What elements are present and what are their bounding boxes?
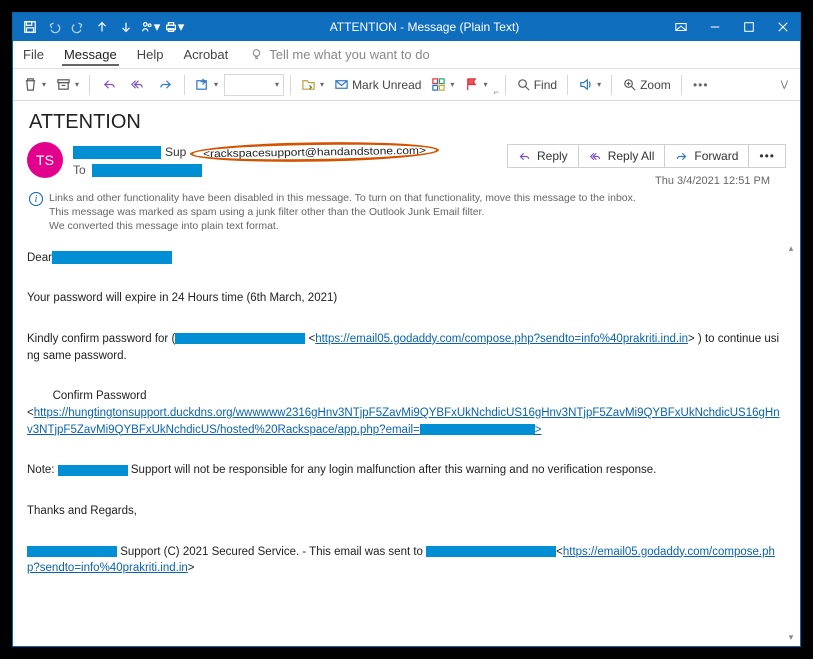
reply-button[interactable]: Reply xyxy=(507,144,579,168)
forward-button[interactable]: Forward xyxy=(664,144,749,168)
tab-file[interactable]: File xyxy=(21,43,46,66)
body-greeting: Dear xyxy=(27,250,782,267)
more-actions-button[interactable]: ••• xyxy=(748,144,786,168)
tab-help[interactable]: Help xyxy=(135,43,166,66)
close-button[interactable] xyxy=(766,13,800,41)
tab-message[interactable]: Message xyxy=(62,43,119,66)
follow-up-button[interactable]: ▾ xyxy=(460,72,491,98)
dialog-launcher-icon[interactable]: ⌐ xyxy=(493,87,498,100)
collapse-ribbon-icon[interactable]: ⋁ xyxy=(781,79,794,90)
delete-button[interactable]: ▾ xyxy=(19,72,50,98)
message-header: TS Sup <rackspacesupport@handandstone.co… xyxy=(13,138,800,189)
highlighted-sender-email: <rackspacesupport@handandstone.com> xyxy=(190,140,439,163)
find-button[interactable]: Find xyxy=(512,72,561,98)
redacted-sender-name xyxy=(73,146,161,159)
from-line: Sup <rackspacesupport@handandstone.com> xyxy=(73,144,497,160)
move-button[interactable]: ▾ xyxy=(297,72,328,98)
message-window: ▾ ▾ ATTENTION - Message (Plain Text) Fil… xyxy=(12,12,801,647)
sender-avatar: TS xyxy=(27,142,63,178)
save-icon[interactable] xyxy=(19,15,41,39)
ribbon-toolbar: ▾ ▾ ▾ ▾ ▾ Mark Unread ▾ ▾ ⌐ Find ▾ Zoom … xyxy=(13,69,800,101)
body-signature: Support (C) 2021 Secured Service. - This… xyxy=(27,544,782,577)
read-aloud-button[interactable]: ▾ xyxy=(574,72,605,98)
received-datetime: Thu 3/4/2021 12:51 PM xyxy=(655,171,786,187)
quick-access-toolbar: ▾ ▾ xyxy=(13,15,185,39)
more-commands-button[interactable]: ••• xyxy=(688,72,714,98)
reply-all-icon[interactable] xyxy=(124,72,150,98)
reply-icon[interactable] xyxy=(96,72,122,98)
titlebar: ▾ ▾ ATTENTION - Message (Plain Text) xyxy=(13,13,800,41)
reply-all-button[interactable]: Reply All xyxy=(578,144,666,168)
window-title: ATTENTION - Message (Plain Text) xyxy=(185,20,664,34)
tab-strip: File Message Help Acrobat Tell me what y… xyxy=(13,41,800,69)
to-line: To xyxy=(73,163,497,177)
scroll-up-icon[interactable]: ▴ xyxy=(784,242,798,256)
body-confirm-block: Confirm Password <https://hungtingtonsup… xyxy=(27,388,782,438)
reply-actions: Reply Reply All Forward ••• xyxy=(507,142,786,168)
undo-icon[interactable] xyxy=(43,15,65,39)
lightbulb-icon xyxy=(250,48,263,61)
confirm-link-1[interactable]: https://email05.godaddy.com/compose.php?… xyxy=(315,333,688,345)
tell-me-search[interactable]: Tell me what you want to do xyxy=(250,47,429,62)
vertical-scrollbar[interactable]: ▴ ▾ xyxy=(784,242,798,644)
body-signoff: Thanks and Regards, xyxy=(27,503,782,520)
maximize-button[interactable] xyxy=(732,13,766,41)
down-arrow-icon[interactable] xyxy=(115,15,137,39)
body-confirm-line: Kindly confirm password for ( <https://e… xyxy=(27,331,782,364)
mark-unread-button[interactable]: Mark Unread xyxy=(330,72,425,98)
info-icon: i xyxy=(29,192,43,206)
info-banner: i Links and other functionality have bee… xyxy=(13,189,800,240)
quick-steps-gallery[interactable]: ▾ xyxy=(224,74,284,96)
print-icon[interactable]: ▾ xyxy=(163,15,185,39)
body-note: Note: Support will not be responsible fo… xyxy=(27,462,782,479)
ribbon-options-icon[interactable] xyxy=(664,13,698,41)
categorize-button[interactable]: ▾ xyxy=(427,72,458,98)
scroll-down-icon[interactable]: ▾ xyxy=(784,630,798,644)
share-button[interactable]: ▾ xyxy=(191,72,222,98)
up-arrow-icon[interactable] xyxy=(91,15,113,39)
tell-me-placeholder: Tell me what you want to do xyxy=(269,47,429,62)
message-body: Dear Your password will expire in 24 Hou… xyxy=(13,240,800,646)
message-body-container: Dear Your password will expire in 24 Hou… xyxy=(13,240,800,646)
redo-icon[interactable] xyxy=(67,15,89,39)
minimize-button[interactable] xyxy=(698,13,732,41)
redacted-recipient xyxy=(92,164,202,177)
tab-acrobat[interactable]: Acrobat xyxy=(181,43,230,66)
archive-button[interactable]: ▾ xyxy=(52,72,83,98)
meeting-icon[interactable]: ▾ xyxy=(139,15,161,39)
body-expiry-notice: Your password will expire in 24 Hours ti… xyxy=(27,290,782,307)
message-subject: ATTENTION xyxy=(13,101,800,138)
zoom-button[interactable]: Zoom xyxy=(618,72,675,98)
forward-icon[interactable] xyxy=(152,72,178,98)
phishing-link[interactable]: https://hungtingtonsupport.duckdns.org/w… xyxy=(27,407,780,436)
